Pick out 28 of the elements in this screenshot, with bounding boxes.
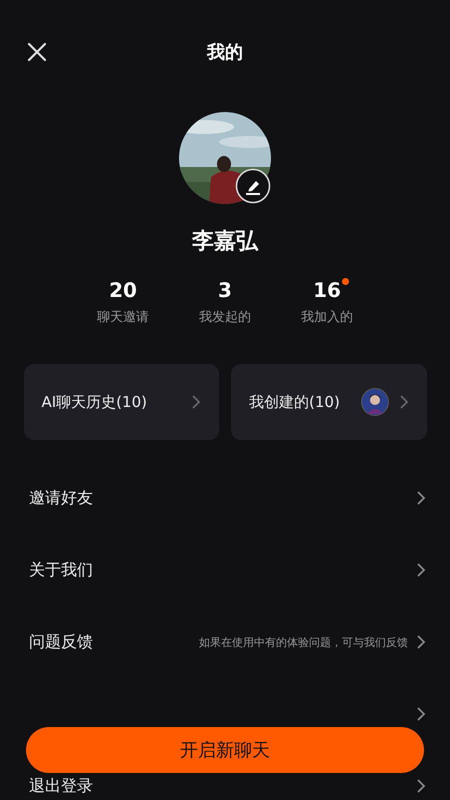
menu-item[interactable]: 问题反馈 bbox=[29, 632, 93, 652]
chevron-icon bbox=[191, 394, 201, 410]
start-chat-button[interactable]: 开启新聊天 bbox=[26, 727, 424, 773]
close-icon[interactable] bbox=[27, 42, 47, 62]
chevron-icon[interactable] bbox=[416, 562, 426, 578]
card-label: 我创建的(10) bbox=[249, 392, 341, 412]
shortcut-card[interactable]: AI聊天历史(10) bbox=[24, 364, 219, 440]
page-title: 我的 bbox=[207, 41, 243, 64]
chevron-icon[interactable] bbox=[416, 490, 426, 506]
stat-value[interactable]: 3 bbox=[218, 278, 232, 302]
menu-item[interactable]: 关于我们 bbox=[29, 560, 93, 580]
stat-label[interactable]: 聊天邀请 bbox=[97, 308, 149, 326]
menu-item[interactable]: 退出登录 bbox=[29, 776, 93, 796]
chevron-icon bbox=[398, 394, 408, 410]
stat-label[interactable]: 我发起的 bbox=[199, 308, 251, 326]
stat-value[interactable]: 16 bbox=[313, 278, 341, 302]
menu-hint: 如果在使用中有的体验问题，可与我们反馈 bbox=[199, 634, 408, 650]
stat-label[interactable]: 我加入的 bbox=[301, 308, 353, 326]
card-label: AI聊天历史(10) bbox=[42, 392, 148, 412]
edit-icon[interactable] bbox=[235, 168, 271, 204]
menu-item[interactable]: 邀请好友 bbox=[29, 488, 93, 508]
stat-value[interactable]: 20 bbox=[109, 278, 137, 302]
chevron-icon[interactable] bbox=[416, 634, 426, 650]
shortcut-card[interactable]: 我创建的(10) bbox=[231, 364, 426, 440]
chevron-icon[interactable] bbox=[416, 778, 426, 794]
user-name: 李嘉弘 bbox=[192, 228, 258, 256]
avatar-icon bbox=[360, 388, 388, 416]
chevron-icon[interactable] bbox=[416, 706, 426, 722]
